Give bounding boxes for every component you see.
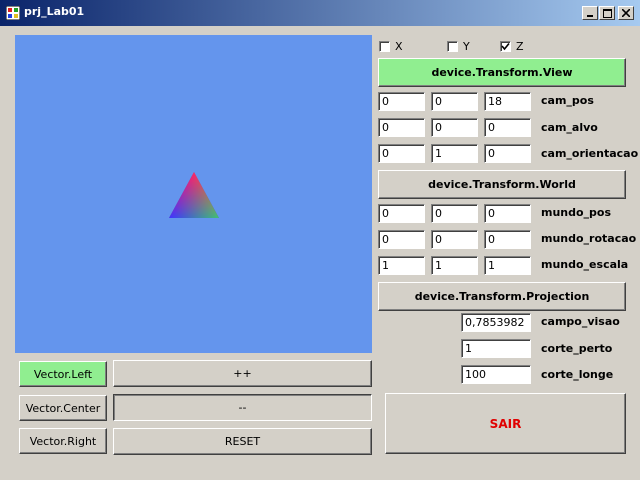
cam-pos-z-input[interactable] — [484, 92, 531, 111]
transform-projection-button[interactable]: device.Transform.Projection — [378, 282, 626, 311]
maximize-icon — [602, 8, 612, 18]
transform-world-button[interactable]: device.Transform.World — [378, 170, 626, 199]
check-mark-icon — [501, 42, 510, 51]
close-icon — [622, 9, 630, 17]
minimize-icon — [587, 15, 593, 17]
increment-button[interactable]: ++ — [113, 360, 372, 387]
mundo-rotacao-label: mundo_rotacao — [541, 232, 637, 245]
corte-longe-label: corte_longe — [541, 368, 614, 381]
campo-visao-input[interactable] — [461, 313, 531, 332]
corte-longe-input[interactable] — [461, 365, 531, 384]
render-viewport[interactable] — [15, 35, 372, 353]
checkbox-y[interactable] — [447, 41, 458, 52]
reset-button[interactable]: RESET — [113, 428, 372, 455]
cam-pos-x-input[interactable] — [378, 92, 425, 111]
cam-orientacao-x-input[interactable] — [378, 144, 425, 163]
cam-alvo-label: cam_alvo — [541, 121, 598, 134]
cam-orientacao-y-input[interactable] — [431, 144, 478, 163]
title-bar[interactable] — [0, 0, 640, 26]
mundo-rotacao-y-input[interactable] — [431, 230, 478, 249]
decrement-button[interactable]: -- — [113, 394, 372, 421]
mundo-pos-label: mundo_pos — [541, 206, 612, 219]
mundo-pos-x-input[interactable] — [378, 204, 425, 223]
mundo-escala-x-input[interactable] — [378, 256, 425, 275]
cam-pos-label: cam_pos — [541, 94, 594, 107]
checkbox-y-label: Y — [463, 40, 470, 53]
campo-visao-label: campo_visao — [541, 315, 620, 328]
exit-button[interactable]: SAIR — [385, 393, 626, 454]
corte-perto-label: corte_perto — [541, 342, 613, 355]
triangle-render — [169, 172, 219, 218]
mundo-escala-z-input[interactable] — [484, 256, 531, 275]
close-button[interactable] — [618, 6, 634, 20]
cam-alvo-y-input[interactable] — [431, 118, 478, 137]
vector-left-button[interactable]: Vector.Left — [19, 361, 107, 387]
checkbox-x-label: X — [395, 40, 403, 53]
mundo-pos-y-input[interactable] — [431, 204, 478, 223]
corte-perto-input[interactable] — [461, 339, 531, 358]
mundo-pos-z-input[interactable] — [484, 204, 531, 223]
minimize-button[interactable] — [582, 6, 598, 20]
vector-center-button[interactable]: Vector.Center — [19, 395, 107, 421]
checkbox-z[interactable] — [500, 41, 511, 52]
cam-alvo-x-input[interactable] — [378, 118, 425, 137]
cam-orientacao-label: cam_orientacao — [541, 147, 639, 160]
vector-right-button[interactable]: Vector.Right — [19, 428, 107, 454]
cam-orientacao-z-input[interactable] — [484, 144, 531, 163]
mundo-escala-label: mundo_escala — [541, 258, 629, 271]
app-icon — [5, 5, 21, 21]
transform-view-button[interactable]: device.Transform.View — [378, 58, 626, 87]
mundo-rotacao-x-input[interactable] — [378, 230, 425, 249]
checkbox-z-label: Z — [516, 40, 524, 53]
mundo-rotacao-z-input[interactable] — [484, 230, 531, 249]
checkbox-x[interactable] — [379, 41, 390, 52]
cam-pos-y-input[interactable] — [431, 92, 478, 111]
cam-alvo-z-input[interactable] — [484, 118, 531, 137]
maximize-button[interactable] — [599, 6, 615, 20]
mundo-escala-y-input[interactable] — [431, 256, 478, 275]
window-title: prj_Lab01 — [24, 5, 85, 18]
